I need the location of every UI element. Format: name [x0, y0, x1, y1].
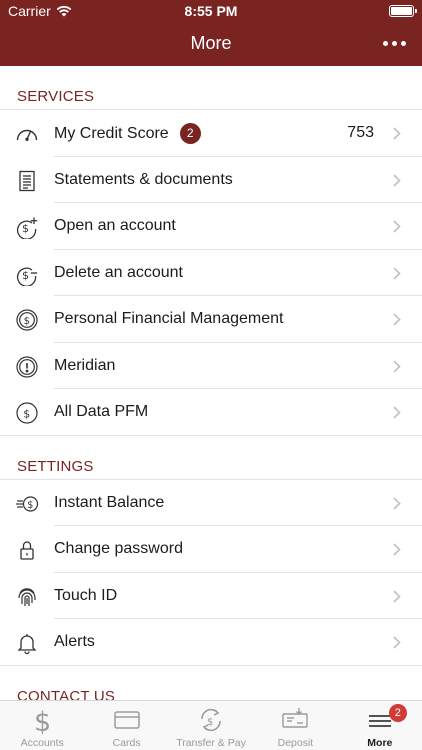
card-icon [113, 711, 140, 729]
chevron-right-icon [393, 266, 401, 280]
delete-account-label: Delete an account [54, 263, 183, 281]
change-password-label: Change password [54, 540, 183, 558]
section-title-contact: CONTACT US [17, 687, 116, 701]
battery-icon [389, 5, 417, 17]
dollar-plus-icon: $ [16, 217, 38, 239]
document-icon [19, 170, 35, 191]
tab-accounts[interactable]: $ Accounts [0, 701, 84, 750]
tab-transfer-pay-label: Transfer & Pay [176, 737, 246, 749]
delete-account-row[interactable]: $ Delete an account [0, 250, 422, 297]
svg-text:$: $ [27, 499, 33, 510]
tab-more-badge: 2 [388, 704, 407, 722]
check-deposit-icon [282, 708, 309, 728]
open-account-row[interactable]: $ Open an account [0, 203, 422, 250]
tab-transfer-pay[interactable]: $ Transfer & Pay [169, 701, 253, 750]
alerts-label: Alerts [54, 633, 95, 651]
tab-more-label: More [367, 737, 393, 749]
touch-id-label: Touch ID [54, 586, 118, 604]
bell-icon [17, 634, 37, 655]
chevron-right-icon [393, 636, 401, 649]
fingerprint-icon [18, 587, 36, 606]
transfer-icon: $ [201, 708, 221, 732]
fast-dollar-icon: $ [16, 495, 39, 512]
statements-row[interactable]: Statements & documents [0, 157, 422, 204]
statements-label: Statements & documents [54, 170, 233, 188]
speedometer-icon [16, 129, 38, 141]
open-account-label: Open an account [54, 217, 176, 235]
pfm-label: Personal Financial Management [54, 310, 284, 328]
chevron-right-icon [393, 406, 401, 419]
lock-icon [20, 541, 34, 560]
change-password-row[interactable]: Change password [0, 526, 422, 573]
alerts-row[interactable]: Alerts [0, 619, 422, 666]
status-bar: Carrier 8:55 PM [0, 0, 422, 22]
tab-more[interactable]: 2 More [338, 701, 422, 750]
chevron-right-icon [393, 313, 401, 326]
svg-text:$: $ [22, 222, 29, 235]
meridian-label: Meridian [54, 356, 116, 374]
all-data-pfm-row[interactable]: $ All Data PFM [0, 389, 422, 436]
chevron-right-icon [393, 220, 401, 233]
credit-score-badge: 2 [179, 122, 201, 144]
svg-text:$: $ [207, 717, 213, 728]
chevron-right-icon [393, 173, 401, 187]
credit-score-value: 753 [347, 124, 374, 142]
tab-bar: $ Accounts Cards $ Transfer & Pay Deposi… [0, 700, 422, 750]
touch-id-row[interactable]: Touch ID [0, 573, 422, 620]
dollar-icon: $ [34, 707, 51, 734]
svg-text:$: $ [22, 269, 29, 282]
dollar-circle-icon: $ [16, 402, 38, 424]
page-title: More [190, 33, 232, 53]
dollar-circle-icon: $ [16, 309, 38, 331]
chevron-right-icon [393, 543, 401, 556]
info-circle-icon [16, 355, 38, 378]
svg-text:$: $ [24, 316, 30, 327]
section-title-settings: SETTINGS [0, 436, 422, 480]
svg-text:$: $ [23, 408, 30, 421]
chevron-right-icon [393, 359, 401, 373]
credit-score-label: My Credit Score 2 [54, 122, 201, 144]
tab-accounts-label: Accounts [20, 737, 64, 749]
tab-deposit[interactable]: Deposit [253, 701, 337, 750]
more-menu-list[interactable]: SERVICES My Credit Score 2 753 Statements… [0, 66, 422, 700]
tab-cards-label: Cards [112, 737, 141, 749]
dollar-minus-icon: $ [16, 267, 38, 286]
instant-balance-label: Instant Balance [54, 493, 165, 511]
section-title-services: SERVICES [0, 66, 422, 110]
chevron-right-icon [393, 496, 401, 510]
app-header: Carrier 8:55 PM More [0, 0, 422, 66]
tab-deposit-label: Deposit [277, 737, 314, 749]
more-options-icon[interactable] [383, 35, 406, 51]
meridian-row[interactable]: Meridian [0, 343, 422, 390]
all-data-pfm-label: All Data PFM [54, 403, 149, 421]
instant-balance-row[interactable]: $ Instant Balance [0, 480, 422, 527]
chevron-right-icon [393, 589, 401, 603]
clock: 8:55 PM [184, 3, 238, 19]
svg-text:$: $ [34, 707, 51, 734]
credit-score-row[interactable]: My Credit Score 2 753 [0, 110, 422, 157]
chevron-right-icon [393, 127, 401, 140]
pfm-row[interactable]: $ Personal Financial Management [0, 296, 422, 343]
tab-cards[interactable]: Cards [84, 701, 168, 750]
